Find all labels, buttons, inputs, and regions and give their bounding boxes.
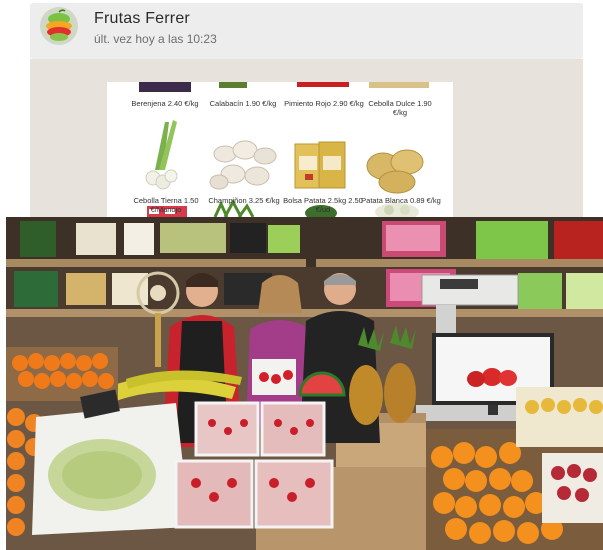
fruit-shop-photo[interactable]	[6, 217, 603, 550]
caption-champinon: Champiñon 3.25 €/kg	[208, 196, 280, 205]
chat-message-area[interactable]: Berenjena 2.40 €/kg Calabacín 1.90 €/kg …	[30, 59, 583, 217]
fruit-logo-icon	[40, 7, 78, 45]
shared-product-catalog-image[interactable]: Berenjena 2.40 €/kg Calabacín 1.90 €/kg …	[107, 82, 453, 217]
caption-cebolla-dulce: Cebolla Dulce 1.90 €/kg	[368, 99, 432, 117]
white-potato-product	[366, 149, 424, 194]
last-seen-status: últ. vez hoy a las 10:23	[94, 32, 217, 46]
caption-patata-blanca: Patata Blanca 0.89 €/kg	[361, 196, 441, 205]
contact-avatar[interactable]	[40, 7, 78, 45]
mushroom-product	[209, 140, 277, 190]
caption-cebolla-tierna: Cebolla Tierna 1.50 €/Manojo	[133, 196, 199, 214]
caption-pimiento-rojo: Pimiento Rojo 2.90 €/kg	[284, 99, 364, 108]
potato-bag-product	[294, 141, 346, 189]
contact-name[interactable]: Frutas Ferrer	[94, 10, 190, 28]
caption-calabacin: Calabacín 1.90 €/kg	[209, 99, 277, 108]
spring-onion-product	[145, 120, 178, 190]
caption-bolsa-patata: Bolsa Patata 2.5kg 2.50 €/ud	[283, 196, 363, 214]
caption-berenjena: Berenjena 2.40 €/kg	[131, 99, 199, 108]
fruit-shop-scene-illustration	[6, 217, 603, 550]
chat-header[interactable]: Frutas Ferrer últ. vez hoy a las 10:23	[30, 3, 583, 59]
